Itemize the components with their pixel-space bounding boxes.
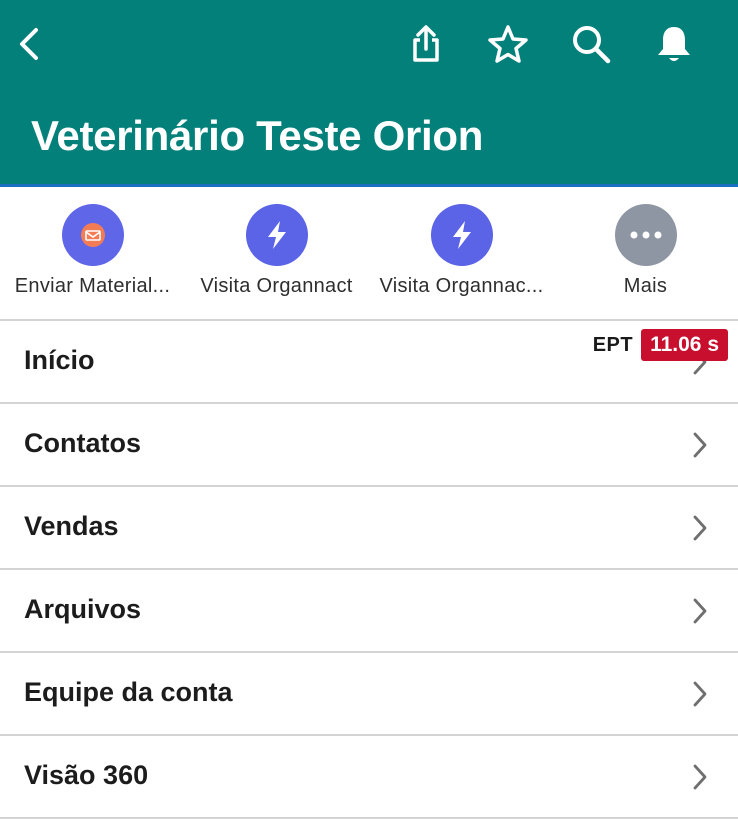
star-icon[interactable] [486, 22, 530, 66]
action-mais[interactable]: Mais [553, 187, 738, 319]
menu-item-label: Contatos [24, 428, 141, 458]
back-icon[interactable] [8, 22, 52, 66]
bell-icon[interactable] [652, 22, 696, 66]
action-visita-organnact[interactable]: Visita Organnact [184, 187, 369, 319]
page-title: Veterinário Teste Orion [31, 112, 484, 159]
action-label: Enviar Material... [14, 275, 171, 297]
chevron-right-icon [693, 432, 707, 458]
menu-item-arquivos[interactable]: Arquivos [0, 570, 738, 653]
search-icon[interactable] [569, 22, 613, 66]
action-label: Mais [623, 275, 668, 297]
ept-label: EPT [592, 333, 634, 356]
ept-indicator: EPT 11.06 s [593, 329, 728, 361]
chevron-right-icon [693, 515, 707, 541]
menu-item-label: Arquivos [24, 594, 142, 624]
menu-item-label: Visão 360 [24, 760, 149, 790]
chevron-right-icon [693, 681, 707, 707]
menu-list: Início Contatos Vendas Arquivos Equipe d… [0, 321, 738, 819]
more-icon [614, 204, 677, 266]
action-label: Visita Organnact [200, 275, 353, 297]
action-enviar-material[interactable]: Enviar Material... [0, 187, 185, 319]
lightning-icon [245, 204, 308, 266]
menu-item-label: Equipe da conta [24, 677, 233, 707]
action-label: Visita Organnac... [379, 275, 544, 297]
lightning-icon [430, 204, 493, 266]
app-header: Veterinário Teste Orion [0, 0, 738, 187]
ept-value-badge: 11.06 s [641, 329, 728, 361]
quick-actions-bar: Enviar Material... Visita Organnact Visi… [0, 187, 738, 321]
mail-icon [61, 204, 124, 266]
menu-item-contatos[interactable]: Contatos [0, 404, 738, 487]
menu-item-equipe-da-conta[interactable]: Equipe da conta [0, 653, 738, 736]
share-icon[interactable] [404, 22, 448, 66]
menu-item-label: Início [24, 345, 95, 375]
menu-item-label: Vendas [24, 511, 119, 541]
action-visita-organnac[interactable]: Visita Organnac... [369, 187, 554, 319]
chevron-right-icon [693, 598, 707, 624]
menu-item-visao-360[interactable]: Visão 360 [0, 736, 738, 819]
menu-item-vendas[interactable]: Vendas [0, 487, 738, 570]
chevron-right-icon [693, 764, 707, 790]
